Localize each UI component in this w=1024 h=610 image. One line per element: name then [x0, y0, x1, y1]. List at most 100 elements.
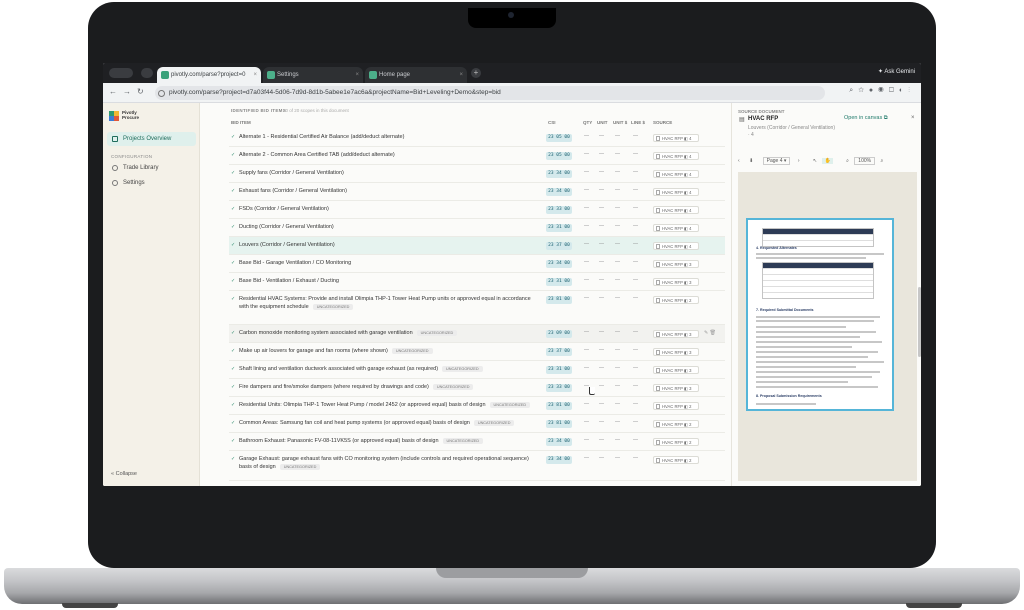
- unit-price-cell[interactable]: —: [615, 151, 620, 157]
- delete-icon[interactable]: 🗑: [710, 330, 716, 336]
- table-row[interactable]: ✓ Common Areas: Samsung fan coil and heat…: [229, 415, 725, 433]
- download-icon[interactable]: ⬇: [749, 158, 753, 164]
- unit-cell[interactable]: —: [599, 151, 604, 157]
- csi-code[interactable]: 23 81 00: [546, 296, 572, 304]
- tab-home-page[interactable]: Home page ×: [365, 67, 467, 83]
- unit-price-cell[interactable]: —: [615, 133, 620, 139]
- unit-price-cell[interactable]: —: [615, 241, 620, 247]
- source-link[interactable]: HVAC RFP ◧ 3: [653, 260, 699, 268]
- table-row[interactable]: ✓ Louvers (Corridor / General Ventilation…: [229, 237, 725, 255]
- qty-cell[interactable]: —: [584, 277, 589, 283]
- source-link[interactable]: HVAC RFP ◧ 2: [653, 296, 699, 304]
- page-select[interactable]: Page 4 ▾: [762, 157, 791, 165]
- qty-cell[interactable]: —: [584, 329, 589, 335]
- line-total-cell[interactable]: —: [633, 365, 638, 371]
- csi-code[interactable]: 23 09 00: [546, 330, 572, 338]
- csi-code[interactable]: 23 05 00: [546, 152, 572, 160]
- unit-price-cell[interactable]: —: [615, 169, 620, 175]
- qty-cell[interactable]: —: [584, 259, 589, 265]
- line-total-cell[interactable]: —: [633, 241, 638, 247]
- unit-price-cell[interactable]: —: [615, 365, 620, 371]
- unit-price-cell[interactable]: —: [615, 419, 620, 425]
- sidebar-item-settings[interactable]: Settings: [107, 176, 196, 190]
- qty-cell[interactable]: —: [584, 223, 589, 229]
- viewer-scrollbar[interactable]: [918, 287, 921, 357]
- line-total-cell[interactable]: —: [633, 205, 638, 211]
- tab-settings[interactable]: Settings ×: [263, 67, 363, 83]
- unit-cell[interactable]: —: [599, 437, 604, 443]
- qty-cell[interactable]: —: [584, 419, 589, 425]
- unit-cell[interactable]: —: [599, 401, 604, 407]
- forward-icon[interactable]: →: [123, 87, 131, 96]
- csi-code[interactable]: 23 34 00: [546, 170, 572, 178]
- table-row[interactable]: ✓ Residential HVAC Systems: Provide and i…: [229, 291, 725, 325]
- address-bar[interactable]: pivotly.com/parse?project=d7a03f44-5d06-…: [155, 86, 825, 100]
- unit-cell[interactable]: —: [599, 133, 604, 139]
- close-tab-icon[interactable]: ×: [459, 67, 463, 83]
- line-total-cell[interactable]: —: [633, 419, 638, 425]
- csi-code[interactable]: 23 33 00: [546, 206, 572, 214]
- unit-cell[interactable]: —: [599, 365, 604, 371]
- source-link[interactable]: HVAC RFP ◧ 4: [653, 206, 699, 214]
- source-link[interactable]: HVAC RFP ◧ 3: [653, 348, 699, 356]
- unit-cell[interactable]: —: [599, 259, 604, 265]
- source-link[interactable]: HVAC RFP ◧ 4: [653, 242, 699, 250]
- unit-price-cell[interactable]: —: [615, 437, 620, 443]
- unit-cell[interactable]: —: [599, 205, 604, 211]
- open-in-canvas-link[interactable]: Open in canvas ⧉: [844, 115, 888, 122]
- edit-icon[interactable]: ✎: [704, 330, 708, 336]
- unit-price-cell[interactable]: —: [615, 259, 620, 265]
- unit-cell[interactable]: —: [599, 241, 604, 247]
- qty-cell[interactable]: —: [584, 455, 589, 461]
- zoom-out-icon[interactable]: ⌕: [846, 158, 849, 164]
- zoom-level[interactable]: 100%: [854, 157, 876, 165]
- line-total-cell[interactable]: —: [633, 383, 638, 389]
- close-panel-button[interactable]: ×: [911, 115, 915, 121]
- line-total-cell[interactable]: —: [633, 133, 638, 139]
- csi-code[interactable]: 23 31 00: [546, 366, 572, 374]
- unit-price-cell[interactable]: —: [615, 455, 620, 461]
- qty-cell[interactable]: —: [584, 205, 589, 211]
- source-link[interactable]: HVAC RFP ◧ 3: [653, 330, 699, 338]
- unit-price-cell[interactable]: —: [615, 347, 620, 353]
- unit-price-cell[interactable]: —: [615, 277, 620, 283]
- unit-cell[interactable]: —: [599, 223, 604, 229]
- table-row[interactable]: ✓ Ducting (Corridor / General Ventilation…: [229, 219, 725, 237]
- source-link[interactable]: HVAC RFP ◧ 2: [653, 420, 699, 428]
- qty-cell[interactable]: —: [584, 401, 589, 407]
- unit-price-cell[interactable]: —: [615, 383, 620, 389]
- qty-cell[interactable]: —: [584, 295, 589, 301]
- prev-page-icon[interactable]: ‹: [738, 158, 740, 164]
- unit-price-cell[interactable]: —: [615, 295, 620, 301]
- line-total-cell[interactable]: —: [633, 347, 638, 353]
- source-link[interactable]: HVAC RFP ◧ 4: [653, 188, 699, 196]
- tab-group-button[interactable]: [141, 68, 153, 78]
- csi-code[interactable]: 23 34 00: [546, 438, 572, 446]
- table-row[interactable]: ✓ Exhaust fans (Corridor / General Ventil…: [229, 183, 725, 201]
- unit-price-cell[interactable]: —: [615, 223, 620, 229]
- line-total-cell[interactable]: —: [633, 455, 638, 461]
- unit-cell[interactable]: —: [599, 277, 604, 283]
- qty-cell[interactable]: —: [584, 437, 589, 443]
- new-tab-button[interactable]: +: [471, 68, 481, 78]
- back-icon[interactable]: ←: [109, 87, 117, 96]
- tool-icon[interactable]: ↖: [813, 158, 817, 164]
- line-total-cell[interactable]: —: [633, 151, 638, 157]
- source-link[interactable]: HVAC RFP ◧ 3: [653, 384, 699, 392]
- csi-code[interactable]: 23 81 00: [546, 420, 572, 428]
- line-total-cell[interactable]: —: [633, 259, 638, 265]
- pan-tool-icon[interactable]: ✋: [822, 158, 833, 164]
- pdf-viewer[interactable]: 4. Requested Alternates 7. Required Subm…: [738, 172, 921, 481]
- table-row[interactable]: ✓ Alternate 1 - Residential Certified Air…: [229, 129, 725, 147]
- browser-extension-icons[interactable]: ⌕☆●◉▢◐⋮: [849, 87, 915, 95]
- source-link[interactable]: HVAC RFP ◧ 2: [653, 438, 699, 446]
- unit-cell[interactable]: —: [599, 347, 604, 353]
- site-info-icon[interactable]: [158, 90, 165, 97]
- ask-gemini-button[interactable]: ✦ Ask Gemini: [878, 68, 915, 75]
- qty-cell[interactable]: —: [584, 169, 589, 175]
- tab-pivotly[interactable]: pivotly.com/parse?project=0 ×: [157, 67, 261, 83]
- csi-code[interactable]: 23 34 00: [546, 188, 572, 196]
- unit-price-cell[interactable]: —: [615, 329, 620, 335]
- source-link[interactable]: HVAC RFP ◧ 4: [653, 224, 699, 232]
- unit-cell[interactable]: —: [599, 455, 604, 461]
